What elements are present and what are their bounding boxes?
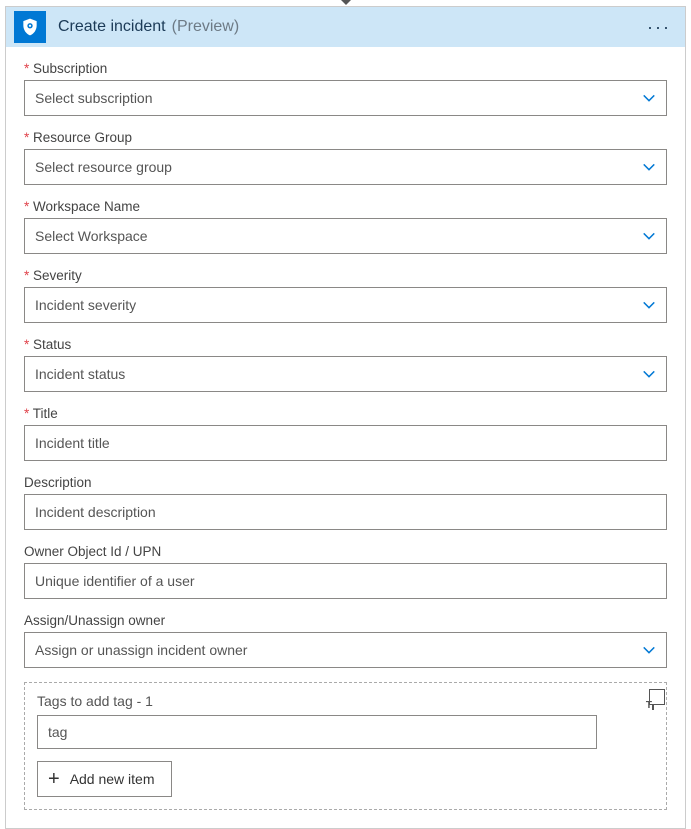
shield-icon: [14, 11, 46, 43]
tag-input[interactable]: tag: [37, 715, 597, 749]
subscription-label: Subscription: [24, 61, 667, 76]
card-title-preview: (Preview): [172, 18, 641, 36]
title-label: Title: [24, 406, 667, 421]
description-input[interactable]: Incident description: [24, 494, 667, 530]
more-menu-icon[interactable]: ···: [641, 13, 677, 42]
resource-group-placeholder: Select resource group: [35, 159, 172, 175]
tags-header-label: Tags to add tag - 1: [37, 693, 153, 709]
switch-to-text-icon[interactable]: T: [652, 693, 654, 709]
add-new-item-label: Add new item: [70, 771, 155, 787]
owner-label: Owner Object Id / UPN: [24, 544, 667, 559]
plus-icon: +: [48, 769, 60, 789]
chevron-down-icon: [642, 643, 656, 657]
description-placeholder: Incident description: [35, 504, 156, 520]
title-placeholder: Incident title: [35, 435, 110, 451]
severity-placeholder: Incident severity: [35, 297, 136, 313]
assign-label: Assign/Unassign owner: [24, 613, 667, 628]
chevron-down-icon: [642, 160, 656, 174]
severity-label: Severity: [24, 268, 667, 283]
description-label: Description: [24, 475, 667, 490]
chevron-down-icon: [642, 91, 656, 105]
card-header: Create incident (Preview) ···: [6, 7, 685, 47]
tag-input-placeholder: tag: [48, 724, 67, 740]
owner-input[interactable]: Unique identifier of a user: [24, 563, 667, 599]
status-placeholder: Incident status: [35, 366, 125, 382]
resource-group-label: Resource Group: [24, 130, 667, 145]
card-title: Create incident: [58, 18, 166, 36]
form-body: Subscription Select subscription Resourc…: [6, 47, 685, 828]
add-new-item-button[interactable]: + Add new item: [37, 761, 172, 797]
collapse-handle-icon[interactable]: [340, 0, 352, 5]
severity-dropdown[interactable]: Incident severity: [24, 287, 667, 323]
status-label: Status: [24, 337, 667, 352]
workspace-placeholder: Select Workspace: [35, 228, 148, 244]
assign-placeholder: Assign or unassign incident owner: [35, 642, 247, 658]
tags-section: Tags to add tag - 1 T tag + Add new item: [24, 682, 667, 810]
subscription-dropdown[interactable]: Select subscription: [24, 80, 667, 116]
title-input[interactable]: Incident title: [24, 425, 667, 461]
assign-dropdown[interactable]: Assign or unassign incident owner: [24, 632, 667, 668]
workspace-dropdown[interactable]: Select Workspace: [24, 218, 667, 254]
resource-group-dropdown[interactable]: Select resource group: [24, 149, 667, 185]
chevron-down-icon: [642, 298, 656, 312]
chevron-down-icon: [642, 367, 656, 381]
chevron-down-icon: [642, 229, 656, 243]
subscription-placeholder: Select subscription: [35, 90, 153, 106]
owner-placeholder: Unique identifier of a user: [35, 573, 195, 589]
create-incident-card: Create incident (Preview) ··· Subscripti…: [5, 6, 686, 829]
workspace-label: Workspace Name: [24, 199, 667, 214]
status-dropdown[interactable]: Incident status: [24, 356, 667, 392]
